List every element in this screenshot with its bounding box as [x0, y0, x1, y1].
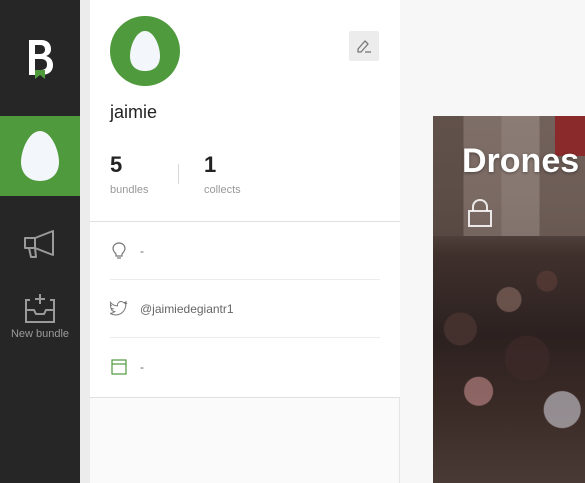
egg-avatar-icon — [130, 31, 160, 71]
info-row-website: - — [110, 338, 380, 396]
info-website-text: - — [140, 360, 144, 374]
username: jaimie — [110, 102, 158, 122]
profile-header: jaimie 5 bundles 1 collects — [90, 0, 400, 222]
lightbulb-icon — [110, 241, 128, 260]
bundle-card[interactable]: Drones — [433, 116, 585, 483]
stat-bundles-label: bundles — [110, 184, 149, 196]
egg-avatar-icon — [21, 131, 59, 181]
sidebar-item-announce[interactable] — [0, 196, 80, 292]
edit-profile-button[interactable] — [349, 31, 379, 61]
sidebar-item-new-bundle[interactable]: New bundle — [0, 292, 80, 362]
info-row-twitter[interactable]: @jaimiedegiantr1 — [110, 280, 380, 338]
bundle-logo-icon — [29, 40, 53, 79]
browser-window-icon — [110, 358, 128, 376]
lock-icon — [466, 198, 494, 233]
stat-collects-value: 1 — [204, 152, 217, 177]
main-content: Drones — [400, 0, 585, 483]
stat-divider — [178, 164, 179, 184]
megaphone-icon — [24, 230, 54, 258]
profile-info-list: - @jaimiedegiantr1 - — [90, 222, 400, 398]
app-logo[interactable] — [0, 0, 80, 116]
bundle-card-title: Drones — [462, 142, 580, 180]
stat-bundles[interactable]: 5 bundles — [110, 152, 149, 196]
profile-panel: jaimie 5 bundles 1 collects - @jaimiedeg… — [90, 0, 400, 483]
new-bundle-label: New bundle — [10, 328, 70, 340]
panel-gutter — [80, 0, 90, 483]
stat-bundles-value: 5 — [110, 152, 123, 177]
stat-collects-label: collects — [204, 184, 241, 196]
sidebar-item-profile[interactable] — [0, 116, 80, 196]
info-bio-text: - — [140, 243, 144, 258]
sidebar: New bundle — [0, 0, 80, 483]
inbox-plus-icon — [25, 294, 55, 323]
pencil-icon — [357, 40, 371, 53]
info-row-bio: - — [110, 222, 380, 280]
twitter-icon — [110, 300, 128, 318]
stat-collects[interactable]: 1 collects — [204, 152, 241, 196]
avatar[interactable] — [110, 16, 180, 86]
info-twitter-text: @jaimiedegiantr1 — [140, 301, 234, 316]
